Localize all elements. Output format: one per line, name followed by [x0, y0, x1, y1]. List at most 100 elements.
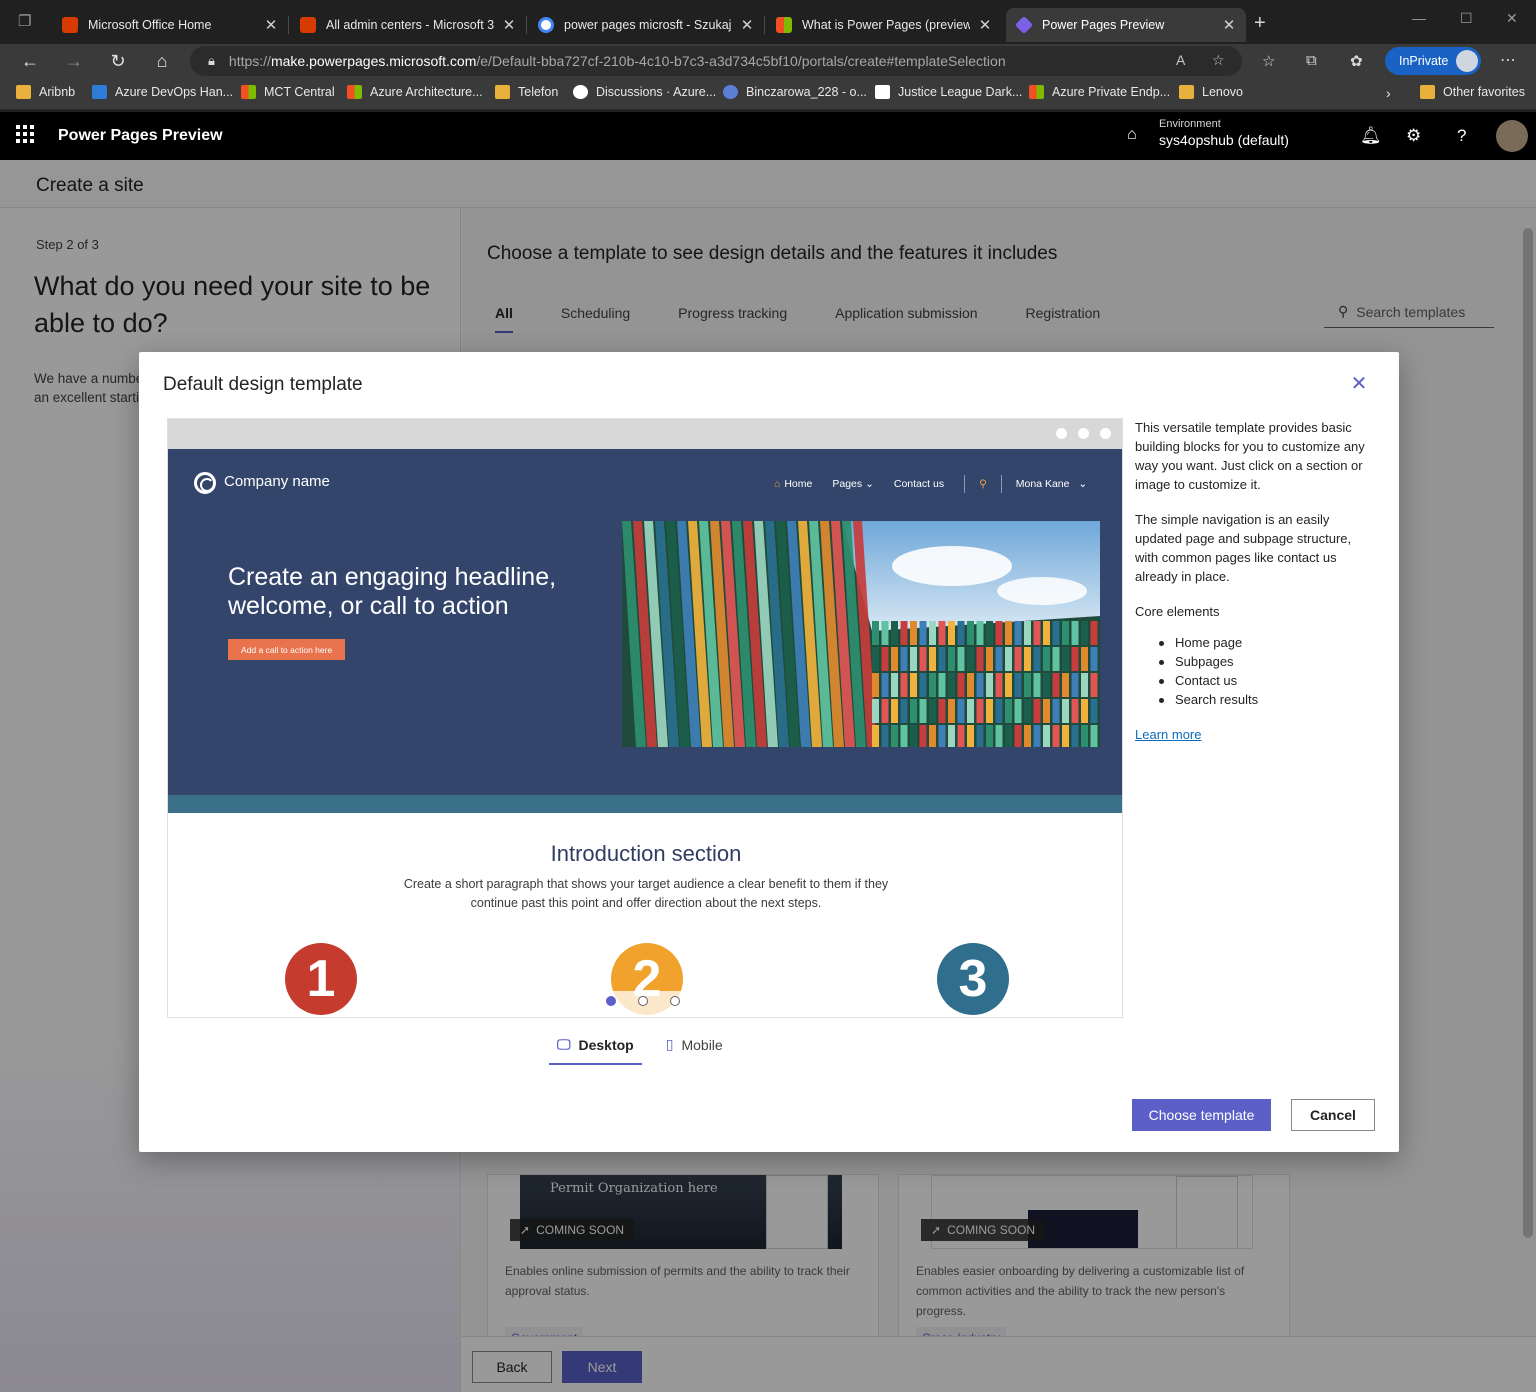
folder-icon: [16, 85, 31, 99]
favorite-azure-private[interactable]: Azure Private Endp...: [1029, 85, 1170, 99]
cancel-button[interactable]: Cancel: [1291, 1099, 1375, 1131]
favorites-icon[interactable]: ☆: [1262, 52, 1275, 70]
refresh-icon[interactable]: ↻: [104, 48, 132, 74]
extensions-icon[interactable]: ✿: [1350, 52, 1363, 70]
collections-icon[interactable]: ⧉: [1306, 52, 1317, 69]
office-favicon-icon: [300, 17, 316, 33]
tab-label: Microsoft Office Home: [88, 18, 212, 32]
preview-hero-strip: [168, 795, 1122, 813]
tab-desktop[interactable]: 🖵︎ Desktop: [549, 1028, 642, 1065]
preview-nav-home: ⌂ Home: [774, 478, 812, 490]
dialog-title: Default design template: [163, 374, 363, 395]
nav-label: Home: [784, 478, 813, 490]
list-item: Home page: [1159, 633, 1373, 652]
browser-tab-power-pages[interactable]: Power Pages Preview ✕: [1006, 8, 1246, 42]
chevron-down-icon: ⌄: [865, 478, 874, 490]
building-photo-illustration: [622, 521, 1100, 747]
favorite-telefon[interactable]: Telefon: [495, 85, 558, 99]
preview-nav-user: Mona Kane ⌄: [1016, 478, 1087, 490]
template-description-2: The simple navigation is an easily updat…: [1135, 512, 1352, 584]
preview-carousel-dots: [606, 991, 686, 1015]
tab-label: Mobile: [681, 1036, 723, 1053]
list-item: Search results: [1159, 690, 1373, 709]
nav-label: Mona Kane: [1015, 478, 1070, 490]
url-scheme: https://: [228, 53, 271, 69]
preview-intro-text: Create a short paragraph that shows your…: [403, 877, 889, 910]
add-favorite-icon[interactable]: ☆: [1212, 52, 1225, 69]
app-title[interactable]: Power Pages Preview: [58, 127, 223, 145]
carousel-dot-active[interactable]: [606, 996, 616, 1006]
new-tab-icon[interactable]: +: [1254, 12, 1266, 35]
home-icon: ⌂: [774, 478, 781, 490]
favorite-binczarowa[interactable]: Binczarowa_228 - o...: [723, 85, 867, 99]
chevron-down-icon: ⌄: [1078, 478, 1088, 490]
close-dialog-icon[interactable]: ✕: [1347, 372, 1371, 396]
office-favicon-icon: [62, 17, 78, 33]
notifications-icon[interactable]: 🔔︎: [1360, 126, 1382, 146]
favorite-discussions[interactable]: Discussions · Azure...: [573, 85, 716, 99]
minimize-icon[interactable]: —: [1412, 10, 1426, 26]
tab-mobile[interactable]: ▯ Mobile: [658, 1028, 731, 1065]
list-item: Subpages: [1159, 652, 1373, 671]
preview-window-dot: [1056, 428, 1067, 439]
tab-label: power pages microsft - Szukaj w Google: [564, 18, 732, 32]
window-close-icon[interactable]: ✕: [1506, 10, 1518, 27]
url-field[interactable]: 🔒︎ https://make.powerpages.microsoft.com…: [190, 46, 1242, 76]
environment-icon[interactable]: ⌂: [1127, 126, 1137, 144]
tab-actions-icon[interactable]: ❐: [18, 12, 31, 30]
app-launcher-icon[interactable]: [16, 125, 36, 145]
close-tab-icon[interactable]: ✕: [502, 16, 516, 34]
maximize-icon[interactable]: ☐: [1460, 10, 1473, 27]
settings-gear-icon[interactable]: ⚙: [1406, 126, 1421, 146]
help-icon[interactable]: ?: [1457, 126, 1466, 146]
lock-icon[interactable]: 🔒︎: [208, 53, 215, 69]
favorite-mct-central[interactable]: MCT Central: [241, 85, 335, 99]
inprivate-button[interactable]: InPrivate: [1385, 47, 1481, 75]
close-tab-icon[interactable]: ✕: [1222, 16, 1236, 34]
carousel-dot[interactable]: [670, 996, 680, 1006]
carousel-dot[interactable]: [638, 996, 648, 1006]
search-icon: ⚲: [979, 478, 987, 490]
favorite-label: Justice League Dark...: [898, 85, 1023, 99]
read-aloud-icon[interactable]: A: [1176, 52, 1185, 68]
forward-arrow-icon[interactable]: →: [60, 48, 88, 74]
preview-nav-pages: Pages ⌄: [832, 478, 874, 490]
favorite-lenovo[interactable]: Lenovo: [1179, 85, 1243, 99]
microsoft-icon: [1029, 85, 1044, 99]
preview-view-tabs: 🖵︎ Desktop ▯ Mobile: [549, 1028, 747, 1065]
nav-divider: [964, 475, 966, 493]
list-item: Contact us: [1159, 671, 1373, 690]
home-icon[interactable]: ⌂: [148, 48, 176, 74]
app-header: Power Pages Preview ⌂ Environment sys4op…: [0, 112, 1536, 160]
close-tab-icon[interactable]: ✕: [978, 16, 992, 34]
preview-window-dot: [1078, 428, 1089, 439]
close-tab-icon[interactable]: ✕: [740, 16, 754, 34]
tab-label: All admin centers - Microsoft 365: [326, 18, 494, 32]
preview-company-name: Company name: [224, 473, 330, 490]
folder-icon: [1420, 85, 1435, 99]
back-arrow-icon[interactable]: ←: [16, 48, 44, 74]
template-preview[interactable]: Company name ⌂ Home Pages ⌄ Contact us ⚲ …: [167, 418, 1123, 1018]
browser-tab-docs[interactable]: What is Power Pages (preview)? | Microso…: [766, 8, 1002, 42]
company-logo-icon: [194, 472, 216, 494]
favorite-azure-architecture[interactable]: Azure Architecture...: [347, 85, 483, 99]
learn-more-link[interactable]: Learn more: [1135, 727, 1201, 742]
choose-template-button[interactable]: Choose template: [1132, 1099, 1271, 1131]
browser-tab-google-search[interactable]: power pages microsft - Szukaj w Google ✕: [528, 8, 765, 42]
browser-tab-admin-centers[interactable]: All admin centers - Microsoft 365 ✕: [290, 8, 527, 42]
microsoft-icon: [241, 85, 256, 99]
favorite-justice-league[interactable]: Justice League Dark...: [875, 85, 1022, 99]
other-favorites[interactable]: Other favorites: [1420, 85, 1525, 99]
favorite-label: Azure Private Endp...: [1052, 85, 1171, 99]
core-elements-title: Core elements: [1135, 604, 1220, 619]
close-tab-icon[interactable]: ✕: [264, 16, 278, 34]
favorite-aribnb[interactable]: Aribnb: [16, 85, 75, 99]
environment-label: Environment: [1159, 118, 1221, 130]
chevron-right-icon[interactable]: ›: [1386, 85, 1391, 101]
favorite-label: Azure DevOps Han...: [115, 85, 234, 99]
user-avatar[interactable]: [1496, 120, 1528, 152]
environment-name[interactable]: sys4opshub (default): [1159, 132, 1289, 148]
favorite-azure-devops[interactable]: Azure DevOps Han...: [92, 85, 233, 99]
browser-tab-office-home[interactable]: Microsoft Office Home ✕: [52, 8, 289, 42]
more-options-icon[interactable]: ⋯: [1500, 50, 1516, 70]
